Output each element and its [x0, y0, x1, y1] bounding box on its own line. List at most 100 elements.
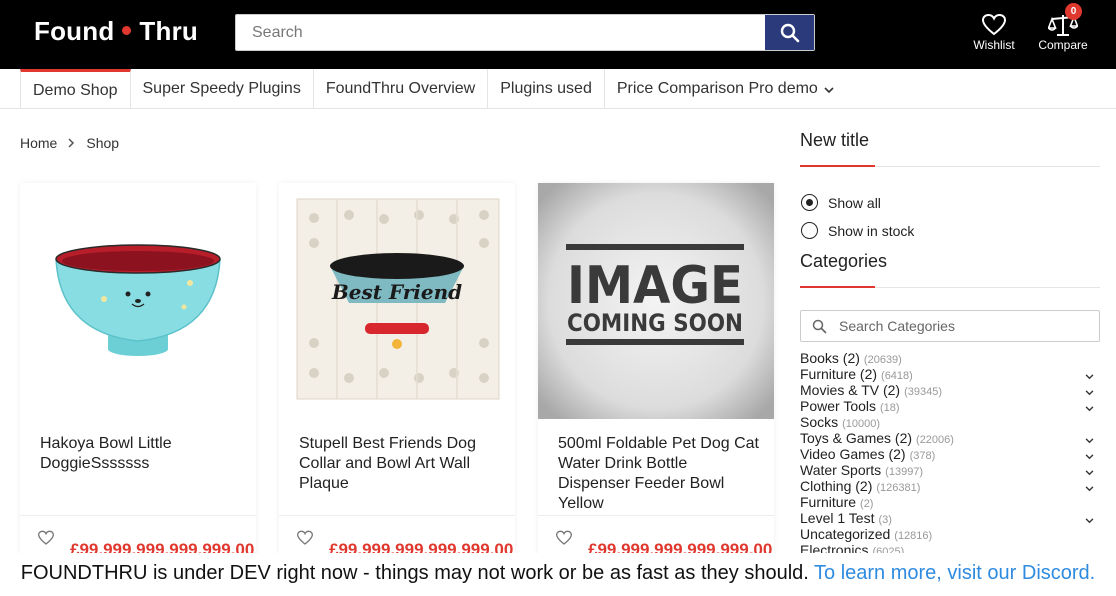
category-search-input[interactable]: [839, 311, 1094, 341]
category-count: (6418): [881, 370, 913, 382]
category-name: Video Games (2): [800, 446, 906, 462]
product-card[interactable]: Hakoya Bowl Little DoggieSssssss £99,999…: [20, 183, 256, 563]
category-item[interactable]: Furniture (2) (6418): [800, 366, 1100, 382]
category-count: (13997): [885, 466, 924, 478]
product-card[interactable]: Best Friend Stupell Best Friends Dog Col…: [279, 183, 515, 563]
search-button[interactable]: [765, 15, 814, 50]
nav-item-foundthru-overview[interactable]: FoundThru Overview: [314, 69, 489, 109]
nav-item-super-speedy-plugins[interactable]: Super Speedy Plugins: [131, 69, 314, 109]
chevron-right-icon: [68, 138, 75, 148]
category-count: (2): [860, 498, 874, 510]
category-item[interactable]: Uncategorized (12816): [800, 526, 1100, 542]
nav-item-label: Super Speedy Plugins: [142, 80, 301, 97]
category-count: (3): [878, 514, 892, 526]
category-count: (12816): [894, 530, 933, 542]
radio-unselected-icon[interactable]: [801, 222, 818, 239]
category-item[interactable]: Power Tools (18): [800, 398, 1100, 414]
dev-notice-text: FOUNDTHRU is under DEV right now - thing…: [20, 562, 809, 584]
category-name: Toys & Games (2): [800, 430, 913, 446]
wishlist-label: Wishlist: [973, 38, 1015, 52]
category-name: Uncategorized: [800, 526, 891, 542]
search-input[interactable]: [236, 15, 766, 50]
category-item[interactable]: Movies & TV (2) (39345): [800, 382, 1100, 398]
category-name: Furniture: [800, 494, 857, 510]
compare-label: Compare: [1038, 38, 1088, 52]
category-count: (18): [880, 402, 900, 414]
breadcrumb: Home Shop: [20, 135, 119, 151]
category-item[interactable]: Books (2) (20639): [800, 350, 1100, 366]
category-search: [800, 310, 1100, 342]
category-count: (10000): [842, 418, 881, 430]
category-item[interactable]: Water Sports (13997): [800, 462, 1100, 478]
nav-item-plugins-used[interactable]: Plugins used: [488, 69, 605, 109]
product-card[interactable]: IMAGE COMING SOON 500ml Foldable Pet Dog…: [538, 183, 774, 563]
top-header: Found Thru Wishlist: [0, 0, 1116, 69]
wishlist-button[interactable]: Wishlist: [971, 12, 1017, 52]
product-image[interactable]: IMAGE COMING SOON: [538, 183, 774, 419]
placeholder-text-line1: IMAGE: [567, 256, 743, 316]
filter-show-all[interactable]: Show all: [801, 194, 881, 211]
product-title[interactable]: Hakoya Bowl Little DoggieSssssss: [40, 434, 245, 474]
product-image[interactable]: Best Friend: [279, 183, 515, 419]
heart-icon[interactable]: [37, 530, 55, 546]
image-coming-soon-placeholder: IMAGE COMING SOON: [538, 183, 774, 419]
category-count: (22006): [916, 434, 954, 446]
heart-icon[interactable]: [296, 530, 314, 546]
chevron-down-icon[interactable]: [1085, 438, 1094, 444]
site-logo[interactable]: Found Thru: [34, 16, 198, 47]
compare-button[interactable]: 0 Compare: [1037, 3, 1089, 52]
product-title[interactable]: Stupell Best Friends Dog Collar and Bowl…: [299, 434, 504, 494]
chevron-down-icon[interactable]: [1085, 390, 1094, 396]
chevron-down-icon[interactable]: [1085, 374, 1094, 380]
category-name: Furniture (2): [800, 366, 878, 382]
nav-item-label: Demo Shop: [33, 81, 118, 99]
category-item[interactable]: Furniture (2): [800, 494, 1100, 510]
heart-icon[interactable]: [555, 530, 573, 546]
filter-label: Show all: [828, 194, 881, 211]
category-count: (378): [909, 450, 936, 462]
breadcrumb-home-link[interactable]: Home: [20, 135, 57, 151]
category-name: Socks: [800, 414, 839, 430]
category-item[interactable]: Socks (10000): [800, 414, 1100, 430]
category-name: Power Tools: [800, 398, 877, 414]
nav-item-demo-shop[interactable]: Demo Shop: [20, 69, 131, 109]
category-name: Movies & TV (2): [800, 382, 901, 398]
chevron-down-icon[interactable]: [1085, 486, 1094, 492]
filter-label: Show in stock: [828, 222, 915, 239]
category-name: Clothing (2): [800, 478, 873, 494]
category-name: Books (2): [800, 350, 860, 366]
nav-item-label: FoundThru Overview: [325, 80, 476, 97]
nav-item-label: Plugins used: [500, 80, 592, 97]
category-count: (126381): [876, 482, 921, 494]
chevron-down-icon[interactable]: [1085, 518, 1094, 524]
search-icon: [812, 319, 827, 334]
chevron-down-icon[interactable]: [1085, 470, 1094, 476]
category-name: Level 1 Test: [800, 510, 875, 526]
category-list: Books (2) (20639) Furniture (2) (6418) Mov…: [800, 350, 1100, 558]
radio-selected-icon[interactable]: [801, 194, 818, 211]
bowl-image: [55, 244, 221, 356]
breadcrumb-current: Shop: [86, 135, 120, 151]
logo-text-right: Thru: [139, 16, 198, 46]
category-name: Water Sports: [800, 462, 882, 478]
category-item[interactable]: Level 1 Test (3): [800, 510, 1100, 526]
chevron-down-icon[interactable]: [1085, 406, 1094, 412]
category-item[interactable]: Video Games (2) (378): [800, 446, 1100, 462]
dev-notice-bar: FOUNDTHRU is under DEV right now - thing…: [0, 553, 1116, 596]
main-nav: Demo Shop Super Speedy Plugins FoundThru…: [0, 69, 1116, 109]
compare-count-badge: 0: [1065, 3, 1082, 20]
product-image[interactable]: [20, 183, 256, 419]
discord-link[interactable]: To learn more, visit our Discord.: [814, 562, 1095, 584]
nav-item-price-comparison-pro-demo[interactable]: Price Comparison Pro demo: [605, 69, 846, 109]
chevron-down-icon[interactable]: [1085, 454, 1094, 460]
chevron-down-icon: [824, 86, 834, 93]
category-item[interactable]: Clothing (2) (126381): [800, 478, 1100, 494]
nav-item-label: Price Comparison Pro demo: [616, 80, 818, 97]
product-title[interactable]: 500ml Foldable Pet Dog Cat Water Drink B…: [558, 434, 763, 514]
placeholder-text-line2: COMING SOON: [567, 309, 743, 337]
sidebar-divider: [800, 165, 1100, 167]
category-item[interactable]: Toys & Games (2) (22006): [800, 430, 1100, 446]
plaque-text: Best Friend: [331, 280, 462, 304]
sidebar-title-new: New title: [800, 130, 870, 150]
filter-show-in-stock[interactable]: Show in stock: [801, 222, 914, 239]
